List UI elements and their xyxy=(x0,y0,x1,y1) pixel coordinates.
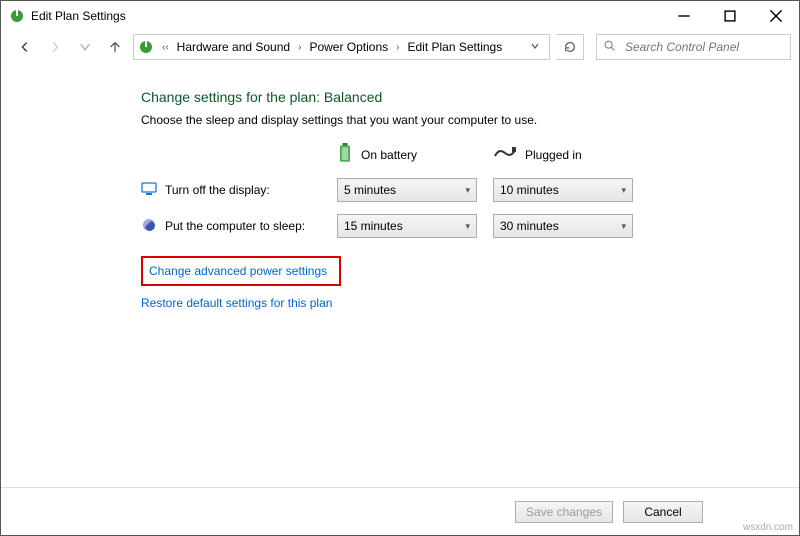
chevron-down-icon: ▾ xyxy=(465,221,470,232)
on-battery-label: On battery xyxy=(361,148,417,162)
display-battery-value: 5 minutes xyxy=(344,183,396,197)
minimize-button[interactable] xyxy=(661,1,707,31)
breadcrumb-power-options[interactable]: Power Options xyxy=(305,40,392,54)
breadcrumb-hardware-sound[interactable]: Hardware and Sound xyxy=(173,40,294,54)
maximize-button[interactable] xyxy=(707,1,753,31)
sleep-icon xyxy=(141,217,157,236)
display-icon xyxy=(141,181,157,200)
navbar: ‹‹ Hardware and Sound › Power Options › … xyxy=(1,31,799,67)
chevron-right-icon: › xyxy=(296,42,303,53)
display-battery-dropdown[interactable]: 5 minutes ▾ xyxy=(337,178,477,202)
cancel-button[interactable]: Cancel xyxy=(623,501,703,523)
turn-off-display-label: Turn off the display: xyxy=(165,183,270,197)
breadcrumb-edit-plan-settings[interactable]: Edit Plan Settings xyxy=(403,40,506,54)
page-heading: Change settings for the plan: Balanced xyxy=(141,89,779,105)
search-box[interactable] xyxy=(596,34,791,60)
window: Edit Plan Settings ‹‹ Hardware and Sound… xyxy=(0,0,800,536)
search-icon xyxy=(603,39,617,56)
address-dropdown-icon[interactable] xyxy=(525,40,545,54)
content-area: Change settings for the plan: Balanced C… xyxy=(1,73,799,487)
refresh-button[interactable] xyxy=(556,34,584,60)
watermark: wsxdn.com xyxy=(743,522,793,533)
address-bar[interactable]: ‹‹ Hardware and Sound › Power Options › … xyxy=(133,34,550,60)
window-title: Edit Plan Settings xyxy=(31,9,126,23)
page-subtext: Choose the sleep and display settings th… xyxy=(141,113,779,127)
plug-icon xyxy=(493,146,517,163)
power-options-icon xyxy=(138,39,154,55)
up-button[interactable] xyxy=(103,35,127,59)
chevron-down-icon: ▾ xyxy=(621,185,626,196)
back-button[interactable] xyxy=(13,35,37,59)
restore-defaults-link[interactable]: Restore default settings for this plan xyxy=(141,296,332,310)
chevron-left-icon[interactable]: ‹‹ xyxy=(160,42,171,53)
display-plugged-dropdown[interactable]: 10 minutes ▾ xyxy=(493,178,633,202)
chevron-right-icon: › xyxy=(394,42,401,53)
save-changes-button[interactable]: Save changes xyxy=(515,501,613,523)
row-sleep: Put the computer to sleep: 15 minutes ▾ … xyxy=(141,214,779,238)
forward-button[interactable] xyxy=(43,35,67,59)
recent-locations-dropdown[interactable] xyxy=(73,35,97,59)
highlight-annotation: Change advanced power settings xyxy=(141,256,341,286)
save-changes-label: Save changes xyxy=(526,505,602,519)
chevron-down-icon: ▾ xyxy=(465,185,470,196)
row-turn-off-display: Turn off the display: 5 minutes ▾ 10 min… xyxy=(141,178,779,202)
sleep-battery-value: 15 minutes xyxy=(344,219,403,233)
cancel-label: Cancel xyxy=(644,505,681,519)
advanced-power-settings-link[interactable]: Change advanced power settings xyxy=(149,264,327,278)
titlebar: Edit Plan Settings xyxy=(1,1,799,31)
search-input[interactable] xyxy=(623,39,784,55)
chevron-down-icon: ▾ xyxy=(621,221,626,232)
display-plugged-value: 10 minutes xyxy=(500,183,559,197)
plugged-in-label: Plugged in xyxy=(525,148,582,162)
links-area: Change advanced power settings Restore d… xyxy=(141,256,779,310)
sleep-battery-dropdown[interactable]: 15 minutes ▾ xyxy=(337,214,477,238)
sleep-label: Put the computer to sleep: xyxy=(165,219,305,233)
sleep-plugged-dropdown[interactable]: 30 minutes ▾ xyxy=(493,214,633,238)
power-options-icon xyxy=(9,8,25,24)
column-headers: On battery Plugged in xyxy=(141,143,779,166)
bottom-bar: Save changes Cancel xyxy=(1,487,799,535)
sleep-plugged-value: 30 minutes xyxy=(500,219,559,233)
battery-icon xyxy=(337,143,353,166)
close-button[interactable] xyxy=(753,1,799,31)
